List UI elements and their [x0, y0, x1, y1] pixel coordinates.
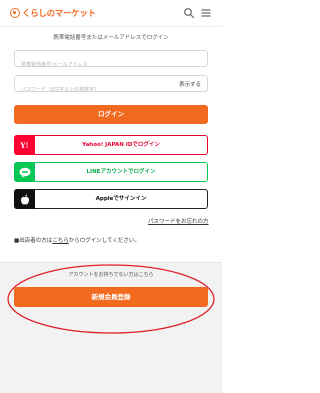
register-button[interactable]: 新規会員登録	[14, 287, 208, 307]
yahoo-login-label: Yahoo! JAPAN IDでログイン	[82, 142, 160, 148]
username-field[interactable]	[14, 50, 208, 73]
logo[interactable]: くらしのマーケット	[10, 7, 96, 19]
menu-icon[interactable]	[200, 7, 212, 19]
header: くらしのマーケット	[0, 0, 222, 27]
store-login-link[interactable]: こちら	[52, 238, 69, 244]
username-input[interactable]	[15, 57, 171, 73]
line-icon	[14, 162, 35, 182]
login-prompt: 携帯電話番号またはメールアドレスでログイン	[53, 35, 169, 41]
store-login-note: ■出店者の方はこちらからログインしてください。	[14, 236, 140, 244]
apple-signin-label: Appleでサインイン	[95, 196, 147, 202]
apple-icon	[14, 189, 35, 209]
apple-signin-button[interactable]: Appleでサインイン	[14, 189, 208, 209]
no-account-text: アカウントをお持ちでない方はこちら	[68, 272, 154, 278]
line-login-button[interactable]: LINEアカウントでログイン	[14, 162, 208, 182]
search-icon[interactable]	[183, 7, 195, 19]
password-field[interactable]: 表示する	[14, 75, 208, 98]
yahoo-login-button[interactable]: Y! Yahoo! JAPAN IDでログイン	[14, 135, 208, 155]
register-panel	[0, 262, 222, 393]
logo-text: くらしのマーケット	[22, 9, 96, 19]
show-password-toggle[interactable]: 表示する	[179, 80, 201, 88]
login-button[interactable]: ログイン	[14, 105, 208, 124]
store-note-prefix: ■出店者の方は	[14, 238, 53, 244]
line-login-label: LINEアカウントでログイン	[86, 169, 156, 175]
password-input[interactable]	[15, 82, 171, 98]
yahoo-icon: Y!	[14, 135, 35, 155]
logo-mark-icon	[10, 8, 20, 18]
store-note-suffix: からログインしてください。	[68, 238, 140, 244]
forgot-password-link[interactable]: パスワードをお忘れの方	[148, 217, 209, 225]
